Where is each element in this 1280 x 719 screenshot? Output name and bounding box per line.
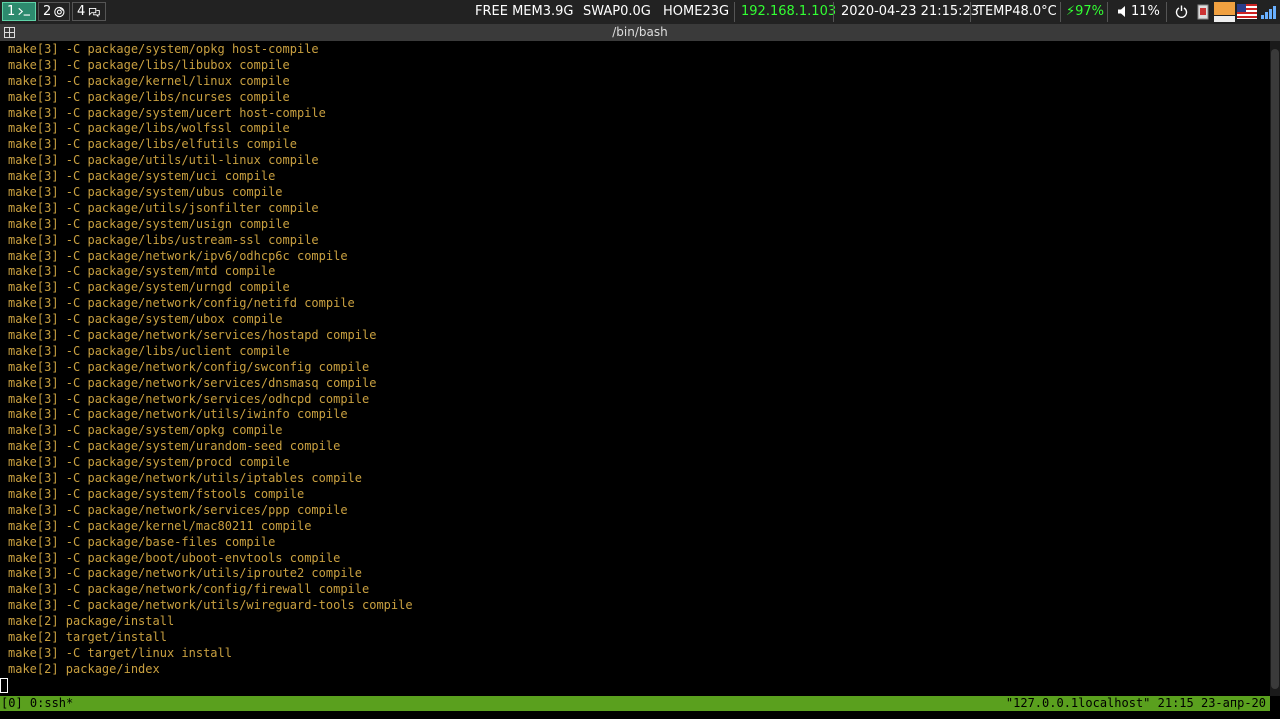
battery-indicator: ⚡97%: [1066, 4, 1105, 19]
terminal-line: make[3] -C package/system/opkg compile: [8, 423, 283, 438]
terminal-line: make[3] -C package/system/opkg host-comp…: [8, 42, 319, 56]
terminal-cursor: [0, 678, 8, 693]
bottom-strip: [0, 711, 1280, 719]
terminal-line: make[3] -C package/boot/uboot-envtools c…: [8, 550, 341, 565]
terminal-line: make[3] -C package/network/ipv6/odhcp6c …: [8, 248, 348, 263]
terminal-line: make[3] -C package/libs/elfutils compile: [8, 137, 297, 152]
separator: [1107, 2, 1108, 22]
terminal-line: make[3] -C package/system/uci compile: [8, 169, 276, 184]
terminal-line: make[3] -C package/libs/ncurses compile: [8, 89, 290, 104]
window-layout-icon[interactable]: [4, 27, 15, 38]
terminal-line: make[3] -C package/network/utils/iptable…: [8, 471, 363, 486]
browser-icon: [54, 6, 65, 17]
app-tray-icon[interactable]: [1214, 2, 1235, 22]
terminal-line: make[3] -C package/system/urandom-seed c…: [8, 439, 341, 454]
terminal-line: make[3] -C package/system/fstools compil…: [8, 486, 305, 501]
workspace-1-button[interactable]: 1: [2, 2, 36, 21]
workspace-number: 1: [7, 4, 16, 19]
terminal-line: make[3] -C package/network/services/odhc…: [8, 391, 370, 406]
tmux-status-bar: [0] 0:ssh* "127.0.0.1localhost" 21:15 23…: [0, 696, 1270, 711]
workspace-4-button[interactable]: 4: [72, 2, 106, 21]
terminal-line: make[3] -C package/system/mtd compile: [8, 264, 276, 279]
terminal-icon: [18, 7, 31, 16]
terminal-line: make[2] package/index: [8, 661, 160, 676]
terminal-line: make[3] -C package/libs/wolfssl compile: [8, 121, 290, 136]
terminal-line: make[3] -C package/network/utils/wiregua…: [8, 598, 413, 613]
keyboard-layout-flag-icon[interactable]: [1237, 4, 1257, 19]
clipboard-icon[interactable]: [1197, 4, 1209, 20]
terminal-line: make[3] -C package/system/ucert host-com…: [8, 105, 326, 120]
terminal-line: make[3] -C package/system/urngd compile: [8, 280, 290, 295]
workspace-2-button[interactable]: 2: [38, 2, 70, 21]
volume-level[interactable]: 11%: [1131, 4, 1160, 19]
terminal-line: make[3] -C package/system/ubox compile: [8, 312, 283, 327]
window-title: /bin/bash: [612, 25, 668, 39]
window-titlebar[interactable]: /bin/bash: [0, 24, 1280, 41]
tmux-window-list[interactable]: [0] 0:ssh*: [1, 696, 73, 711]
terminal-line: make[3] -C package/system/ubus compile: [8, 185, 283, 200]
home-disk-indicator: HOME23G: [663, 4, 730, 19]
terminal-line: make[3] -C package/libs/uclient compile: [8, 343, 290, 358]
terminal-scrollbar[interactable]: [1270, 41, 1280, 696]
terminal-line: make[2] package/install: [8, 614, 175, 629]
datetime-indicator: 2020-04-23 21:15:23: [841, 4, 980, 19]
scrollbar-thumb[interactable]: [1271, 49, 1279, 689]
power-icon[interactable]: [1175, 5, 1188, 18]
terminal-line: make[3] -C package/network/config/netifd…: [8, 296, 355, 311]
volume-icon[interactable]: [1118, 6, 1128, 17]
temperature-indicator: TEMP48.0°C: [977, 4, 1057, 19]
terminal-line: make[3] -C package/network/services/dnsm…: [8, 375, 377, 390]
terminal-line: make[3] -C package/network/config/firewa…: [8, 582, 370, 597]
terminal-line: make[3] -C package/network/utils/iwinfo …: [8, 407, 348, 422]
top-panel: 1 2 4 FREE MEM3.9G SWAP0.0G HOME23G 192.…: [0, 0, 1280, 24]
separator: [970, 2, 971, 22]
ip-address-indicator: 192.168.1.103: [741, 4, 837, 19]
terminal-output[interactable]: make[3] -C package/system/opkg host-comp…: [0, 41, 1270, 696]
terminal-line: make[3] -C package/libs/ustream-ssl comp…: [8, 232, 319, 247]
terminal-line: make[2] target/install: [8, 629, 167, 644]
terminal-line: make[3] -C package/network/utils/iproute…: [8, 566, 363, 581]
separator: [833, 2, 834, 22]
terminal-line: make[3] -C package/utils/jsonfilter comp…: [8, 200, 319, 215]
terminal-line: make[3] -C package/libs/libubox compile: [8, 57, 290, 72]
swap-indicator: SWAP0.0G: [583, 4, 651, 19]
separator: [734, 2, 735, 22]
separator: [1166, 2, 1167, 22]
terminal-line: make[3] -C package/utils/util-linux comp…: [8, 153, 319, 168]
terminal-line: make[3] -C package/kernel/mac80211 compi…: [8, 518, 312, 533]
terminal-line: make[3] -C target/linux install: [8, 645, 232, 660]
workspace-number: 4: [77, 4, 86, 19]
terminal-line: make[3] -C package/kernel/linux compile: [8, 73, 290, 88]
terminal-line: make[3] -C package/system/usign compile: [8, 216, 290, 231]
terminal-line: make[3] -C package/network/services/ppp …: [8, 502, 348, 517]
terminal-line: make[3] -C package/base-files compile: [8, 534, 276, 549]
free-mem-indicator: FREE MEM3.9G: [475, 4, 574, 19]
terminal-line: make[3] -C package/network/services/host…: [8, 328, 377, 343]
terminal-lines: make[3] -C package/system/opkg host-comp…: [8, 42, 413, 678]
terminal-line: make[3] -C package/network/config/swconf…: [8, 359, 370, 374]
chat-icon: [89, 7, 101, 17]
terminal-line: make[3] -C package/system/procd compile: [8, 455, 290, 470]
separator: [1060, 2, 1061, 22]
workspace-number: 2: [43, 4, 52, 19]
tmux-status-right: "127.0.0.1localhost" 21:15 23-апр-20: [1005, 696, 1266, 710]
wifi-signal-icon[interactable]: [1261, 5, 1277, 19]
